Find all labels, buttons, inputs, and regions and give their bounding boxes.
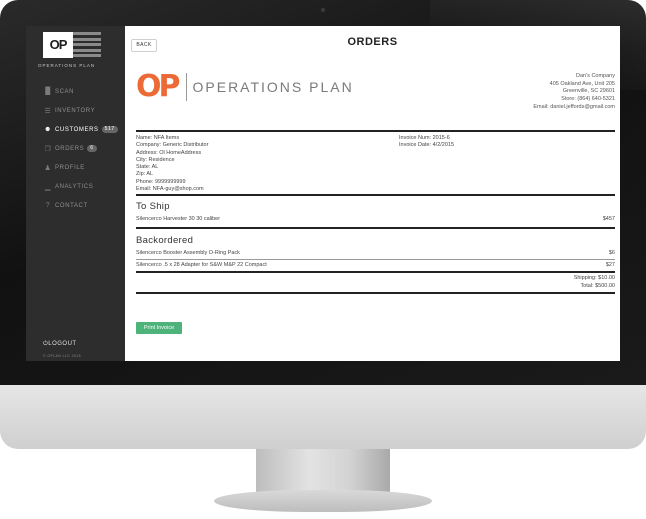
sidebar-item-label: PROFILE	[55, 164, 85, 171]
bill-company: Company: Generic Distributor	[136, 142, 209, 149]
company-street: 405 Oakland Ave, Unit 205	[549, 80, 615, 87]
user-icon: ♟	[44, 164, 52, 172]
screen: OP OPERATIONS PLAN █ SCAN ☰ INVENTORY ☻ …	[26, 26, 620, 361]
sidebar-item-analytics[interactable]: ▁ ANALYTICS	[43, 177, 125, 196]
divider	[136, 194, 615, 196]
copyright: © OPLAN LLC 2015	[43, 354, 81, 358]
users-icon: ☻	[44, 126, 52, 133]
copy-icon: ❐	[44, 145, 52, 153]
logout-button[interactable]: ⏻LOGOUT	[43, 341, 77, 348]
divider	[136, 271, 615, 273]
chart-icon: ▁	[45, 183, 51, 191]
item-name: Silencerco .5 x 28 Adapter for S&W M&P 2…	[136, 262, 267, 268]
item-price: $457	[602, 216, 615, 222]
list-icon: ☰	[44, 107, 52, 115]
main-content: ORDERS BACK OP OPERATIONS PLAN Dan's Com…	[125, 26, 620, 361]
item-price: $6	[608, 250, 615, 256]
sidebar-item-scan[interactable]: █ SCAN	[43, 82, 125, 101]
sidebar-nav: █ SCAN ☰ INVENTORY ☻ CUSTOMERS 517 ❐ ORD…	[43, 82, 125, 215]
logo-stripes-icon	[73, 32, 101, 58]
invoice-meta: Invoice Num: 2015-6 Invoice Date: 4/2/20…	[399, 135, 454, 150]
item-price: $27	[605, 262, 615, 268]
backordered-title: Backordered	[136, 235, 194, 246]
page-title: ORDERS	[347, 36, 398, 48]
question-icon: ?	[45, 202, 51, 209]
shipping-total: Shipping: $10.00	[573, 275, 615, 281]
bill-phone: Phone: 9999999999	[136, 178, 186, 185]
sidebar-item-label: ANALYTICS	[55, 183, 94, 190]
bill-to: Name: NFA Items Company: Generic Distrib…	[136, 135, 208, 193]
sidebar: OP OPERATIONS PLAN █ SCAN ☰ INVENTORY ☻ …	[26, 26, 125, 361]
bill-state: State: AL	[136, 164, 159, 171]
brand-name: OPERATIONS PLAN	[192, 79, 354, 95]
divider	[136, 227, 615, 229]
line-item: Silencerco Harvester 30 30 caliber $457	[136, 215, 615, 224]
sidebar-item-orders[interactable]: ❐ ORDERS 6	[43, 139, 125, 158]
camera-icon	[321, 8, 325, 12]
company-store-phone: Store: (864) 640-5321	[561, 96, 615, 103]
company-info: Dan's Company 405 Oakland Ave, Unit 205 …	[533, 73, 615, 112]
monitor-stand-base	[214, 490, 432, 512]
app-logo[interactable]: OP	[43, 32, 101, 62]
bill-zip: Zip: AL	[136, 171, 154, 178]
barcode-icon: █	[45, 88, 51, 95]
sidebar-item-label: CUSTOMERS	[55, 126, 99, 133]
divider	[136, 130, 615, 132]
sidebar-item-customers[interactable]: ☻ CUSTOMERS 517	[43, 120, 125, 139]
invoice-number: Invoice Num: 2015-6	[399, 135, 450, 141]
logout-label: LOGOUT	[48, 341, 77, 347]
brand-divider	[185, 73, 187, 101]
company-email: Email: daniel.jeffords@gmail.com	[533, 103, 615, 110]
sidebar-item-label: ORDERS	[55, 145, 85, 152]
bill-email: Email: NFA-guy@shop.com	[136, 186, 204, 193]
back-button[interactable]: BACK	[131, 39, 157, 52]
brand-mark: OP	[136, 69, 180, 104]
logo-mark: OP	[43, 32, 73, 58]
sidebar-item-contact[interactable]: ? CONTACT	[43, 196, 125, 215]
grand-total: Total: $500.00	[580, 283, 615, 289]
count-badge: 6	[87, 145, 97, 152]
item-name: Silencerco Booster Assembly O-Ring Pack	[136, 250, 240, 256]
invoice-date: Invoice Date: 4/2/2015	[399, 142, 455, 149]
app-name: OPERATIONS PLAN	[38, 63, 96, 68]
bill-address: Address: Ol HomeAddress	[136, 149, 202, 156]
divider	[136, 259, 615, 260]
line-item: Silencerco Booster Assembly O-Ring Pack …	[136, 249, 615, 258]
sidebar-item-label: INVENTORY	[55, 107, 96, 114]
line-item: Silencerco .5 x 28 Adapter for S&W M&P 2…	[136, 261, 615, 270]
totals: Shipping: $10.00 Total: $500.00	[574, 274, 615, 290]
bill-city: City: Residence	[136, 156, 175, 163]
count-badge: 517	[101, 126, 118, 133]
company-city: Greenville, SC 29601	[562, 88, 615, 95]
sidebar-item-label: CONTACT	[55, 202, 88, 209]
print-invoice-button[interactable]: Print Invoice	[136, 322, 182, 334]
item-name: Silencerco Harvester 30 30 caliber	[136, 216, 221, 222]
to-ship-title: To Ship	[136, 201, 170, 212]
bill-name: Name: NFA Items	[136, 135, 180, 141]
monitor-chin	[0, 385, 646, 449]
divider	[136, 292, 615, 294]
monitor-stand	[256, 449, 390, 495]
brand-logo: OP OPERATIONS PLAN	[136, 70, 354, 104]
sidebar-item-profile[interactable]: ♟ PROFILE	[43, 158, 125, 177]
sidebar-item-label: SCAN	[55, 88, 75, 95]
company-name: Dan's Company	[576, 73, 615, 79]
sidebar-item-inventory[interactable]: ☰ INVENTORY	[43, 101, 125, 120]
